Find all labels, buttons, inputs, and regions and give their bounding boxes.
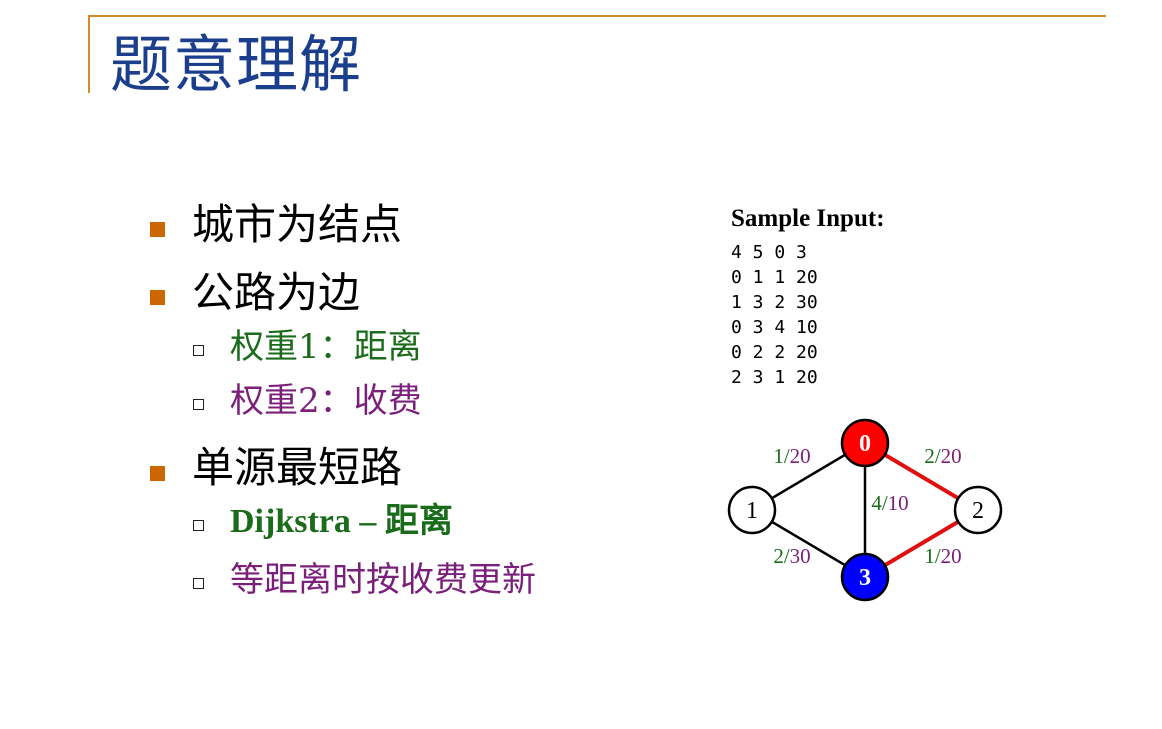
graph-node-label-0: 0 xyxy=(859,431,871,457)
graph-node-label-2: 2 xyxy=(972,498,984,524)
graph-node-label-3: 3 xyxy=(859,565,871,591)
edge-label-2-3: 1/20 xyxy=(924,544,961,568)
graph-node-label-1: 1 xyxy=(746,498,758,524)
edge-label-0-2: 2/20 xyxy=(924,444,961,468)
graph-diagram: 1/20 2/20 4/10 2/30 1/20 0 1 2 3 xyxy=(727,418,1003,602)
edge-label-0-3: 4/10 xyxy=(871,491,908,515)
edge-label-1-3: 2/30 xyxy=(773,544,810,568)
edge-label-0-1: 1/20 xyxy=(773,444,810,468)
